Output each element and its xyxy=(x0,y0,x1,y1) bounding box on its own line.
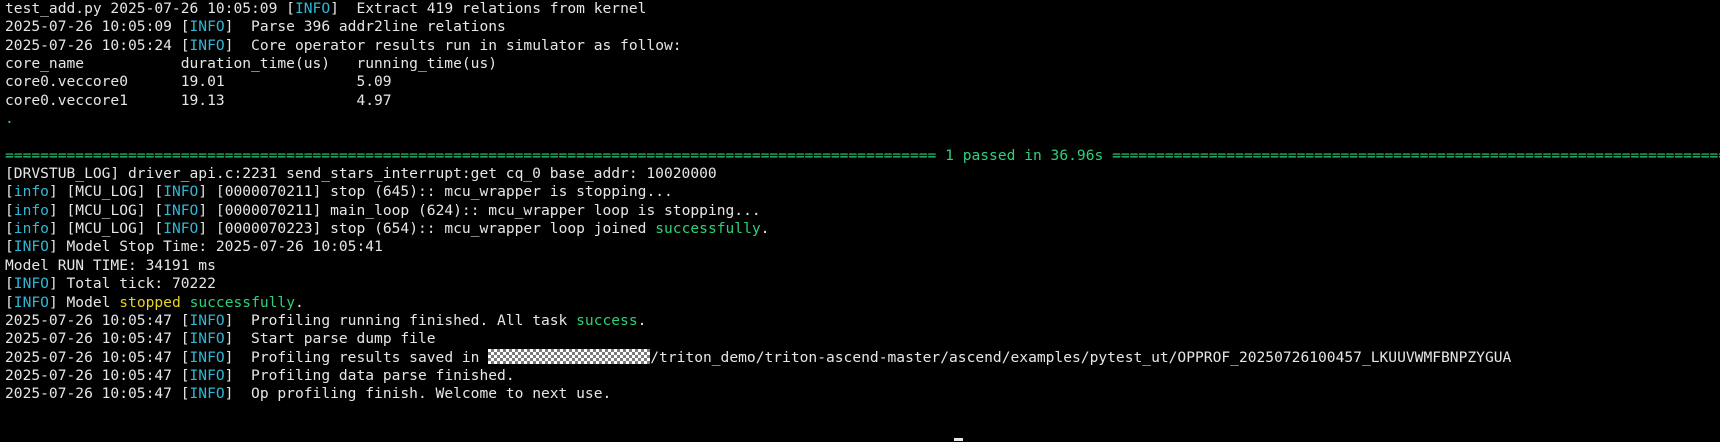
log-text: [DRVSTUB_LOG] driver_api.c:2231 send_sta… xyxy=(5,165,717,183)
status-text-warning: stopped xyxy=(119,293,181,311)
log-text: ] Profiling results saved in xyxy=(224,348,489,366)
log-text: 2025-07-26 10:05:47 [ xyxy=(5,385,190,403)
log-text: [ xyxy=(5,275,14,293)
log-text: test_add.py 2025-07-26 10:05:09 xyxy=(5,0,287,17)
log-text: 2025-07-26 10:05:47 [ xyxy=(5,330,190,348)
log-text: ] Profiling data parse finished. xyxy=(224,366,515,384)
log-text: [ xyxy=(286,0,295,17)
log-level-tag: INFO xyxy=(189,366,225,384)
log-level-tag: INFO xyxy=(294,0,331,17)
redacted-path-block xyxy=(488,348,651,364)
terminal-line: 2025-07-26 10:05:47 [INFO] Profiling res… xyxy=(5,348,1720,367)
log-text: ] [MCU_LOG] [ xyxy=(48,220,164,238)
log-level-tag: INFO xyxy=(189,36,225,54)
log-level-tag: INFO xyxy=(13,293,49,311)
log-text: ] Op profiling finish. Welcome to next u… xyxy=(224,385,612,403)
terminal-line: Model RUN TIME: 34191 ms xyxy=(5,257,1720,275)
log-text: [ xyxy=(5,220,14,238)
log-level-tag: info xyxy=(13,220,49,238)
status-text-success: successfully xyxy=(655,220,761,238)
terminal-line: 2025-07-26 10:05:47 [INFO] Profiling dat… xyxy=(5,367,1720,385)
log-text: ] Total tick: 70222 xyxy=(48,275,216,293)
terminal-line: test_add.py 2025-07-26 10:05:09 [INFO] E… xyxy=(5,0,1720,18)
log-text: ] Parse 396 addr2line relations xyxy=(224,18,506,36)
log-text: 2025-07-26 10:05:47 [ xyxy=(5,366,190,384)
terminal-line: 2025-07-26 10:05:47 [INFO] Op profiling … xyxy=(5,385,1720,403)
log-text: ] Model xyxy=(48,293,120,311)
terminal-line: core_name duration_time(us) running_time… xyxy=(5,55,1720,73)
terminal-line: [INFO] Model Stop Time: 2025-07-26 10:05… xyxy=(5,238,1720,256)
log-text: core0.veccore1 19.13 4.97 xyxy=(5,91,392,109)
terminal-cursor xyxy=(954,438,963,441)
log-text: [ xyxy=(5,293,14,311)
log-text: [ xyxy=(5,201,14,219)
log-text: ] [MCU_LOG] [ xyxy=(48,201,164,219)
terminal-line: [INFO] Model stopped successfully. xyxy=(5,294,1720,312)
log-text: 2025-07-26 10:05:47 [ xyxy=(5,311,190,329)
terminal-line: [DRVSTUB_LOG] driver_api.c:2231 send_sta… xyxy=(5,165,1720,183)
log-text: ] [MCU_LOG] [ xyxy=(48,183,164,201)
terminal-output[interactable]: test_add.py 2025-07-26 10:05:09 [INFO] E… xyxy=(5,0,1720,404)
log-level-tag: INFO xyxy=(163,220,199,238)
status-text-success: . xyxy=(5,110,14,128)
log-text: core_name duration_time(us) running_time… xyxy=(5,55,498,73)
log-level-tag: INFO xyxy=(163,201,199,219)
log-text: ] Extract 419 relations from kernel xyxy=(330,0,647,17)
terminal-line: [info] [MCU_LOG] [INFO] [0000070211] sto… xyxy=(5,183,1720,201)
separator-rule: ========================================… xyxy=(5,146,946,164)
log-text: . xyxy=(295,293,304,311)
terminal-line: 2025-07-26 10:05:47 [INFO] Profiling run… xyxy=(5,312,1720,330)
log-text: ] [0000070223] stop (654):: mcu_wrapper … xyxy=(198,220,656,238)
terminal-line: 2025-07-26 10:05:24 [INFO] Core operator… xyxy=(5,37,1720,55)
log-level-tag: INFO xyxy=(189,330,225,348)
log-text: 2025-07-26 10:05:09 [ xyxy=(5,18,190,36)
log-level-tag: INFO xyxy=(189,311,225,329)
terminal-line: [INFO] Total tick: 70222 xyxy=(5,275,1720,293)
status-text-success: 1 passed in 36.96s xyxy=(945,146,1104,164)
terminal-line: ========================================… xyxy=(5,147,1720,165)
log-text: /triton_demo/triton-ascend-master/ascend… xyxy=(650,348,1512,366)
terminal-line: core0.veccore1 19.13 4.97 xyxy=(5,92,1720,110)
terminal-line: . xyxy=(5,110,1720,128)
log-level-tag: INFO xyxy=(13,238,49,256)
log-text: ] Start parse dump file xyxy=(224,330,436,348)
log-text: ] Model Stop Time: 2025-07-26 10:05:41 xyxy=(48,238,383,256)
log-level-tag: INFO xyxy=(13,275,49,293)
log-level-tag: INFO xyxy=(189,18,225,36)
log-text: 2025-07-26 10:05:47 [ xyxy=(5,348,190,366)
log-level-tag: INFO xyxy=(189,348,225,366)
log-text: core0.veccore0 19.01 5.09 xyxy=(5,73,392,91)
terminal-line: [info] [MCU_LOG] [INFO] [0000070211] mai… xyxy=(5,202,1720,220)
log-level-tag: INFO xyxy=(163,183,199,201)
separator-rule: ========================================… xyxy=(1112,146,1720,164)
status-text-success: successfully xyxy=(189,293,295,311)
terminal-line: core0.veccore0 19.01 5.09 xyxy=(5,73,1720,91)
log-text: 2025-07-26 10:05:24 [ xyxy=(5,36,190,54)
log-level-tag: info xyxy=(13,201,49,219)
status-text-success: success xyxy=(576,311,638,329)
log-text: . xyxy=(637,311,647,329)
log-text: ] [0000070211] main_loop (624):: mcu_wra… xyxy=(198,201,761,219)
log-level-tag: INFO xyxy=(189,385,225,403)
log-text: Model RUN TIME: 34191 ms xyxy=(5,256,216,274)
log-text: [ xyxy=(5,238,14,256)
log-text: [ xyxy=(5,183,14,201)
log-text: ] Core operator results run in simulator… xyxy=(224,36,682,54)
terminal-line: 2025-07-26 10:05:47 [INFO] Start parse d… xyxy=(5,330,1720,348)
log-text: ] [0000070211] stop (645):: mcu_wrapper … xyxy=(198,183,673,201)
terminal-line: [info] [MCU_LOG] [INFO] [0000070223] sto… xyxy=(5,220,1720,238)
terminal-line: 2025-07-26 10:05:09 [INFO] Parse 396 add… xyxy=(5,18,1720,36)
log-text: ] Profiling running finished. All task xyxy=(224,311,577,329)
log-text: . xyxy=(760,220,770,238)
log-level-tag: info xyxy=(13,183,49,201)
